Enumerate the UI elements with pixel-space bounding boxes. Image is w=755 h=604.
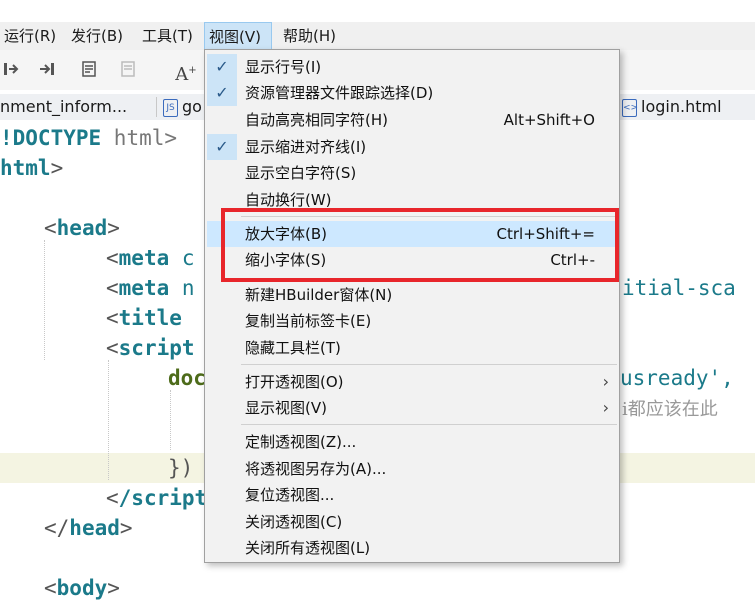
menu-item-label: 将透视图另存为(A)... — [245, 460, 387, 478]
code-line: html> — [0, 156, 64, 180]
chevron-right-icon: › — [602, 398, 609, 417]
code-line-fragment: usready', — [620, 366, 734, 390]
menu-item-show-whitespace[interactable]: 显示空白字符(S) — [207, 160, 617, 186]
tab-label: go — [182, 97, 202, 116]
menu-item-explorer-file-tracking[interactable]: ✓ 资源管理器文件跟踪选择(D) — [207, 80, 617, 106]
menu-item-label: 复制当前标签卡(E) — [245, 312, 372, 330]
menu-item-customize-perspective[interactable]: 定制透视图(Z)... — [207, 429, 617, 455]
checkmark-icon: ✓ — [207, 134, 237, 160]
menu-tools[interactable]: 工具(T) — [138, 22, 197, 50]
menu-item-new-hbuilder-window[interactable]: 新建HBuilder窗体(N) — [207, 282, 617, 308]
menu-help[interactable]: 帮助(H) — [279, 22, 340, 50]
font-size-icon[interactable]: A+ — [175, 60, 197, 85]
menu-separator — [241, 364, 617, 365]
code-line: <script — [106, 336, 195, 360]
js-file-icon: JS — [163, 98, 178, 117]
document-icon[interactable] — [78, 60, 100, 82]
menu-run[interactable]: 运行(R) — [0, 22, 60, 50]
menu-item-reset-perspective[interactable]: 复位透视图... — [207, 482, 617, 508]
menu-bar: 运行(R) 发行(B) 工具(T) 视图(V) 帮助(H) — [0, 22, 755, 50]
menu-item-label: 打开透视图(O) — [245, 373, 344, 391]
document-disabled-icon[interactable] — [117, 60, 139, 82]
menu-item-show-view[interactable]: 显示视图(V) › — [207, 395, 617, 421]
menu-item-shortcut: Alt+Shift+O — [503, 111, 595, 129]
menu-item-label: 显示空白字符(S) — [245, 164, 357, 182]
menu-item-save-perspective-as[interactable]: 将透视图另存为(A)... — [207, 456, 617, 482]
menu-item-label: 隐藏工具栏(T) — [245, 339, 341, 357]
code-line: !DOCTYPE html> — [0, 126, 178, 150]
view-menu-dropdown: ✓ 显示行号(I) ✓ 资源管理器文件跟踪选择(D) 自动高亮相同字符(H) A… — [204, 49, 620, 563]
indent-guide — [108, 360, 109, 480]
indent-guide — [44, 240, 45, 360]
menu-publish[interactable]: 发行(B) — [67, 22, 127, 50]
menu-item-label: 复位透视图... — [245, 486, 335, 504]
html-file-icon: <> — [622, 98, 638, 117]
chevron-right-icon: › — [602, 372, 609, 391]
tab-login-html[interactable]: <> login.html — [622, 94, 722, 120]
menu-item-label: 新建HBuilder窗体(N) — [245, 286, 393, 304]
menu-item-show-indent-guides[interactable]: ✓ 显示缩进对齐线(I) — [207, 134, 617, 160]
code-comment-fragment: i都应该在此 — [622, 399, 718, 420]
menu-item-label: 显示行号(I) — [245, 58, 322, 76]
menu-item-label: 资源管理器文件跟踪选择(D) — [245, 84, 434, 102]
menu-item-label: 自动高亮相同字符(H) — [245, 111, 388, 129]
highlight-annotation-box — [221, 208, 619, 282]
menu-item-close-perspective[interactable]: 关闭透视图(C) — [207, 509, 617, 535]
tab-divider — [156, 97, 157, 117]
code-line: doc — [168, 366, 206, 390]
code-line: }) — [168, 456, 194, 480]
menu-item-highlight-same-chars[interactable]: 自动高亮相同字符(H) Alt+Shift+O — [207, 107, 617, 133]
code-line: <title — [106, 306, 182, 330]
code-line: </head> — [44, 516, 133, 540]
step-into-icon[interactable] — [0, 60, 22, 82]
menu-item-open-perspective[interactable]: 打开透视图(O) › — [207, 369, 617, 395]
tab-environment-information[interactable]: nment_inform... — [0, 94, 127, 120]
menu-item-close-all-perspectives[interactable]: 关闭所有透视图(L) — [207, 535, 617, 561]
tab-label: nment_inform... — [0, 97, 128, 116]
checkmark-icon: ✓ — [207, 54, 237, 80]
code-line: <body> — [44, 576, 120, 600]
step-over-icon[interactable] — [36, 60, 58, 82]
menu-item-duplicate-tab[interactable]: 复制当前标签卡(E) — [207, 308, 617, 334]
menu-item-show-line-numbers[interactable]: ✓ 显示行号(I) — [207, 54, 617, 80]
font-glyph: A — [175, 64, 189, 85]
menu-item-label: 关闭透视图(C) — [245, 513, 343, 531]
menu-item-label: 显示缩进对齐线(I) — [245, 138, 367, 156]
code-line-fragment: itial-sca — [622, 276, 736, 300]
menu-item-label: 显示视图(V) — [245, 399, 327, 417]
code-line: <head> — [44, 216, 120, 240]
menu-item-label: 关闭所有透视图(L) — [245, 539, 371, 557]
indent-guide — [170, 390, 171, 450]
menu-item-label: 定制透视图(Z)... — [245, 433, 357, 451]
menu-item-hide-toolbar[interactable]: 隐藏工具栏(T) — [207, 335, 617, 361]
code-line: <meta c — [106, 246, 195, 270]
menu-separator — [241, 424, 617, 425]
tab-label: login.html — [641, 97, 722, 116]
code-line: <meta n — [106, 276, 195, 300]
checkmark-icon: ✓ — [207, 80, 237, 106]
code-line: </script — [106, 486, 208, 510]
tab-js-file[interactable]: JS go — [163, 94, 202, 120]
menu-view[interactable]: 视图(V) — [204, 22, 272, 50]
